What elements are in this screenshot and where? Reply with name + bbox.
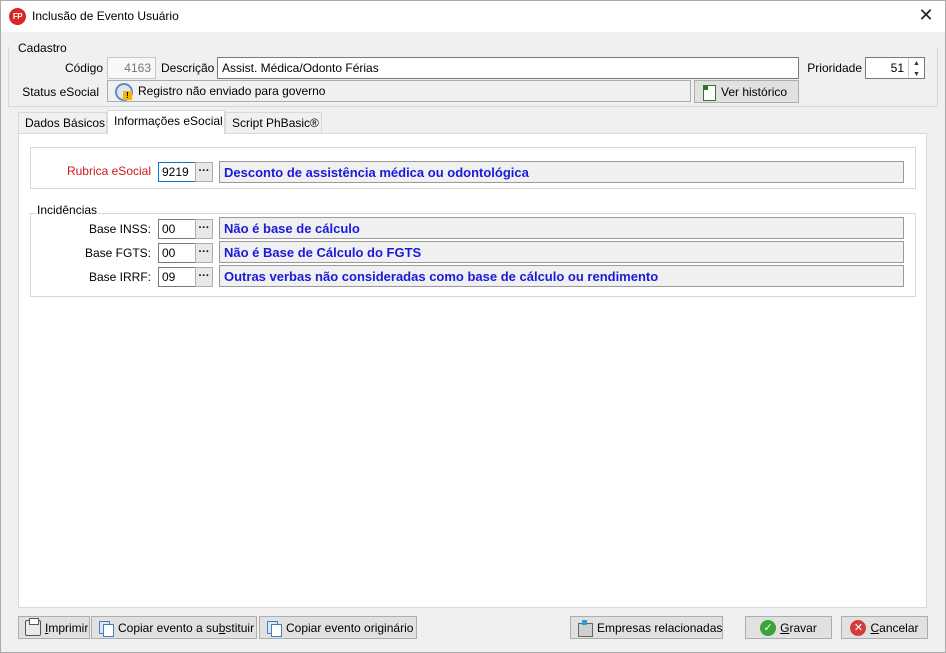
tab-informacoes-esocial[interactable]: Informações eSocial [107,110,225,134]
base-irrf-lookup-button[interactable]: ··· [195,267,213,287]
ver-historico-button[interactable]: Ver histórico [694,80,799,103]
cancelar-accel: C [870,620,880,635]
rubrica-code-input[interactable]: 9219 [158,162,196,182]
status-warning-icon [114,82,133,101]
copy-icon [266,620,282,637]
base-irrf-label: Base IRRF: [88,270,151,284]
copiar-evento-originario-button[interactable]: Copiar evento originário [259,616,417,639]
imprimir-label: Imprimir [45,621,88,635]
history-document-icon [701,84,717,101]
base-inss-label: Base INSS: [88,222,151,236]
title-bar: FP Inclusão de Evento Usuário ✕ [1,1,945,32]
descricao-field[interactable]: Assist. Médica/Odonto Férias [217,57,799,79]
status-esocial-label: Status eSocial [22,85,99,99]
descricao-label: Descrição [161,61,215,75]
tab-dados-basicos-label: Dados Básicos [25,116,106,130]
prioridade-field[interactable]: 51 ▲ ▼ [865,57,925,79]
codigo-field[interactable]: 4163 [107,57,156,79]
base-fgts-label: Base FGTS: [84,246,151,260]
gravar-accel: G [780,620,790,635]
spin-down-icon[interactable]: ▼ [909,69,924,78]
status-esocial-box: Registro não enviado para governo [107,80,691,102]
incidencias-group-label: Incidências [36,203,99,217]
copiar-substituir-pre: Copiar evento a su [118,620,219,635]
cancelar-label: Cancelar [870,621,918,635]
tab-dados-basicos[interactable]: Dados Básicos [18,112,107,133]
app-logo-icon: FP [9,8,26,25]
tab-panel-informacoes-esocial: Rubrica eSocial 9219 ··· Desconto de ass… [18,133,927,608]
base-fgts-description: Não é Base de Cálculo do FGTS [219,241,904,263]
check-icon: ✓ [760,619,777,636]
rubrica-esocial-label: Rubrica eSocial [66,164,151,178]
cancel-icon: ✕ [850,619,867,636]
rubrica-lookup-button[interactable]: ··· [195,162,213,182]
codigo-label: Código [64,61,103,75]
copiar-substituir-label: Copiar evento a substituir [118,621,254,635]
imprimir-button[interactable]: Imprimir [18,616,90,639]
dialog-window: FP Inclusão de Evento Usuário ✕ Cadastro… [0,0,946,653]
base-inss-lookup-button[interactable]: ··· [195,219,213,239]
rubrica-description: Desconto de assistência médica ou odonto… [219,161,904,183]
gravar-label: Gravar [780,621,817,635]
prioridade-value: 51 [890,61,904,75]
tab-script-phbasic-label: Script PhBasic® [232,116,319,130]
printer-icon [25,617,41,636]
spin-up-icon[interactable]: ▲ [909,58,924,69]
empresas-label: Empresas relacionadas [597,620,723,635]
prioridade-spinner[interactable]: ▲ ▼ [908,58,924,78]
copiar-substituir-post: stituir [225,620,255,635]
close-button[interactable]: ✕ [915,5,937,27]
base-fgts-input[interactable]: 00 [158,243,196,263]
copiar-evento-substituir-button[interactable]: Copiar evento a substituir [91,616,257,639]
status-esocial-value: Registro não enviado para governo [138,84,326,98]
base-irrf-input[interactable]: 09 [158,267,196,287]
prioridade-label: Prioridade [807,61,862,75]
base-irrf-description: Outras verbas não consideradas como base… [219,265,904,287]
base-fgts-lookup-button[interactable]: ··· [195,243,213,263]
window-title: Inclusão de Evento Usuário [32,9,179,23]
base-inss-description: Não é base de cálculo [219,217,904,239]
empresas-relacionadas-button[interactable]: Empresas relacionadas [570,616,723,639]
imprimir-rest: mprimir [48,620,89,635]
cancelar-button[interactable]: ✕ Cancelar [841,616,928,639]
cancelar-rest: ancelar [879,620,919,635]
ver-historico-label: Ver histórico [721,84,788,99]
copy-icon [98,620,114,637]
base-inss-input[interactable]: 00 [158,219,196,239]
cadastro-group-label: Cadastro [18,41,67,55]
gravar-button[interactable]: ✓ Gravar [745,616,832,639]
gravar-rest: ravar [789,620,817,635]
copiar-originario-label: Copiar evento originário [286,620,414,635]
tab-informacoes-esocial-label: Informações eSocial [114,114,223,128]
companies-icon [577,619,593,637]
tab-script-phbasic[interactable]: Script PhBasic® [225,112,322,133]
